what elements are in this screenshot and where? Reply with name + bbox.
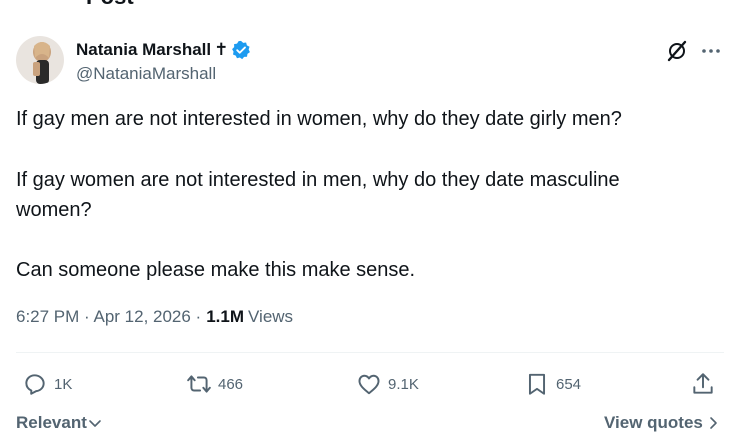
sort-dropdown[interactable]: Relevant	[16, 413, 102, 433]
repost-button[interactable]: 466	[186, 370, 243, 398]
share-icon	[693, 373, 713, 394]
like-icon	[358, 374, 380, 395]
post-meta: 6:27 PM · Apr 12, 2026 · 1.1M Views	[16, 307, 293, 327]
reply-button[interactable]: 1K	[22, 370, 72, 398]
view-quotes-link[interactable]: View quotes	[604, 413, 720, 433]
repost-icon	[187, 375, 211, 393]
bookmark-button[interactable]: 654	[524, 370, 581, 398]
like-count: 9.1K	[388, 375, 419, 393]
post-timestamp[interactable]: 6:27 PM · Apr 12, 2026 ·	[16, 307, 201, 327]
bookmark-icon	[528, 373, 546, 395]
author-name[interactable]: Natania Marshall	[76, 40, 211, 60]
top-bar: Post	[0, 0, 748, 16]
view-quotes-label: View quotes	[604, 413, 703, 432]
author-handle[interactable]: @NataniaMarshall	[76, 64, 216, 84]
views-count[interactable]: 1.1M	[206, 307, 244, 327]
divider	[16, 352, 724, 353]
sort-label: Relevant	[16, 413, 87, 432]
grok-icon[interactable]	[666, 40, 688, 62]
share-button[interactable]	[690, 370, 716, 398]
author-name-symbol: ✝	[214, 40, 229, 59]
reply-count: 1K	[54, 375, 73, 393]
views-label: Views	[248, 307, 294, 326]
post-paragraph: If gay women are not interested in men, …	[16, 169, 620, 221]
author-name-row[interactable]: Natania Marshall ✝	[76, 39, 251, 61]
verified-badge-icon[interactable]	[231, 40, 251, 60]
avatar[interactable]	[16, 36, 64, 84]
reply-icon	[25, 374, 45, 395]
chevron-down-icon	[89, 420, 101, 427]
bookmark-count: 654	[556, 375, 582, 393]
post-paragraph: If gay men are not interested in women, …	[16, 108, 622, 130]
post-paragraph: Can someone please make this make sense.	[16, 259, 416, 281]
chevron-right-icon	[710, 417, 717, 429]
like-button[interactable]: 9.1K	[356, 370, 419, 398]
repost-count: 466	[218, 375, 244, 393]
more-icon[interactable]	[700, 42, 722, 60]
page-title: Post	[86, 0, 134, 10]
back-arrow-icon[interactable]	[14, 0, 44, 10]
